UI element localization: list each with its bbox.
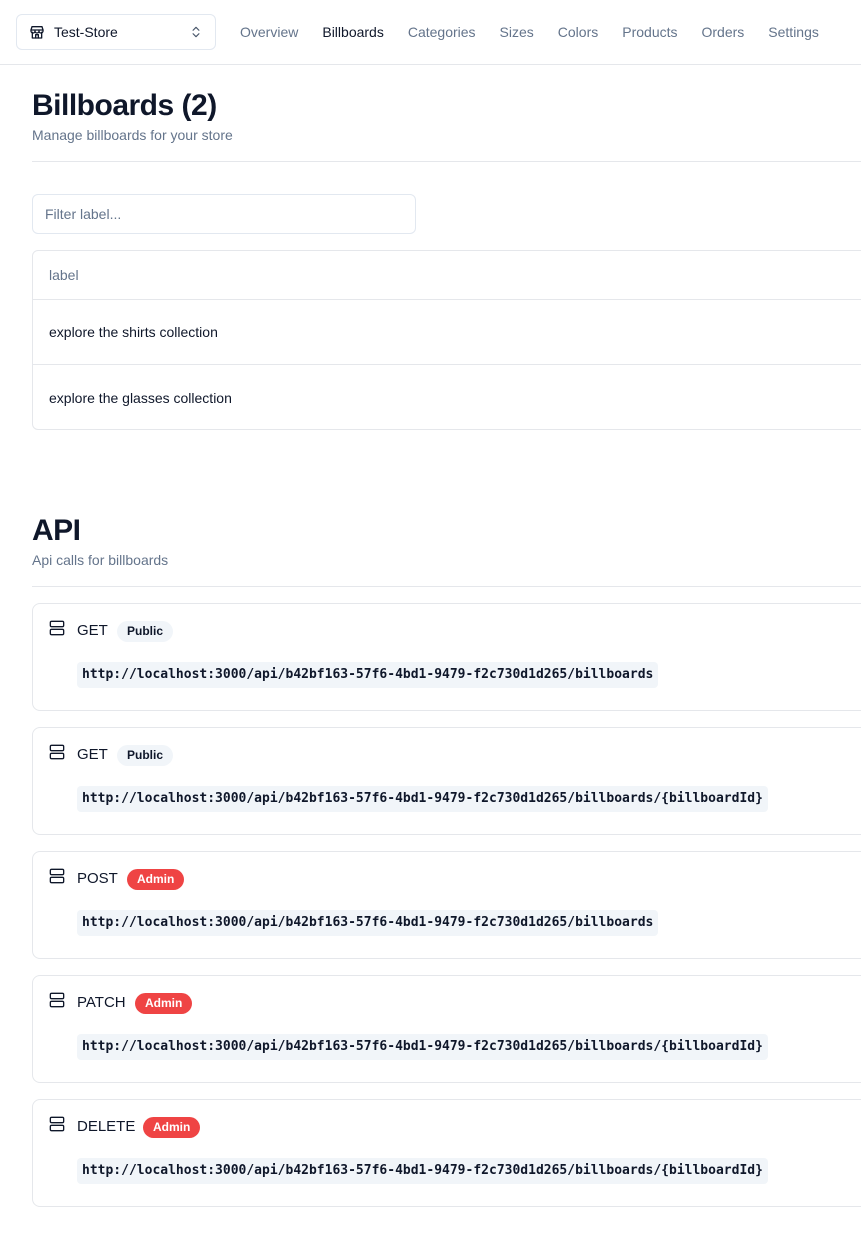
table-row[interactable]: explore the shirts collection xyxy=(33,300,861,365)
api-method: GET xyxy=(77,622,108,639)
filter-label-input[interactable] xyxy=(32,194,416,234)
server-icon xyxy=(49,868,65,884)
api-url: http://localhost:3000/api/b42bf163-57f6-… xyxy=(77,1034,768,1060)
server-icon xyxy=(49,744,65,760)
api-description: Api calls for billboards xyxy=(32,552,169,568)
api-title: API xyxy=(32,514,81,547)
page-description: Manage billboards for your store xyxy=(32,127,233,143)
nav-item-sizes[interactable]: Sizes xyxy=(500,24,534,40)
main-nav: Overview Billboards Categories Sizes Col… xyxy=(240,0,843,64)
table-cell-label: explore the shirts collection xyxy=(49,324,218,340)
api-method: GET xyxy=(77,746,108,763)
page-title: Billboards (2) xyxy=(32,89,217,122)
store-icon xyxy=(30,26,44,39)
nav-item-orders[interactable]: Orders xyxy=(702,24,745,40)
column-header-label[interactable]: label xyxy=(49,267,79,283)
top-navbar: Test-Store Overview Billboards Categorie… xyxy=(0,0,861,65)
api-url: http://localhost:3000/api/b42bf163-57f6-… xyxy=(77,1158,768,1184)
store-switcher-button[interactable]: Test-Store xyxy=(16,14,216,50)
server-icon xyxy=(49,620,65,636)
table-cell-label: explore the glasses collection xyxy=(49,389,232,406)
access-badge: Admin xyxy=(135,993,193,1014)
api-route-card: GET Public http://localhost:3000/api/b42… xyxy=(32,727,861,835)
api-method: PATCH xyxy=(77,994,126,1011)
access-badge: Admin xyxy=(143,1117,201,1138)
api-url: http://localhost:3000/api/b42bf163-57f6-… xyxy=(77,786,768,812)
api-method: POST xyxy=(77,870,118,887)
nav-item-settings[interactable]: Settings xyxy=(768,24,819,40)
nav-item-billboards[interactable]: Billboards xyxy=(322,24,383,40)
separator xyxy=(32,161,861,162)
api-route-card: PATCH Admin http://localhost:3000/api/b4… xyxy=(32,975,861,1083)
server-icon xyxy=(49,992,65,1008)
table-row[interactable]: explore the glasses collection xyxy=(33,365,861,429)
separator xyxy=(32,586,861,587)
api-route-card: DELETE Admin http://localhost:3000/api/b… xyxy=(32,1099,861,1207)
access-badge: Public xyxy=(117,745,174,766)
api-route-card: POST Admin http://localhost:3000/api/b42… xyxy=(32,851,861,959)
store-name: Test-Store xyxy=(54,24,118,40)
nav-item-colors[interactable]: Colors xyxy=(558,24,598,40)
api-route-card: GET Public http://localhost:3000/api/b42… xyxy=(32,603,861,711)
nav-item-products[interactable]: Products xyxy=(622,24,677,40)
api-url: http://localhost:3000/api/b42bf163-57f6-… xyxy=(77,910,659,936)
server-icon xyxy=(49,1116,65,1132)
billboards-table: label explore the shirts collection expl… xyxy=(32,250,861,430)
api-method: DELETE xyxy=(77,1118,136,1135)
api-url: http://localhost:3000/api/b42bf163-57f6-… xyxy=(77,662,659,688)
chevrons-up-down-icon xyxy=(192,26,200,38)
nav-item-categories[interactable]: Categories xyxy=(408,24,476,40)
access-badge: Public xyxy=(117,621,174,642)
nav-item-overview[interactable]: Overview xyxy=(240,24,298,40)
table-header: label xyxy=(33,251,861,300)
access-badge: Admin xyxy=(127,869,185,890)
